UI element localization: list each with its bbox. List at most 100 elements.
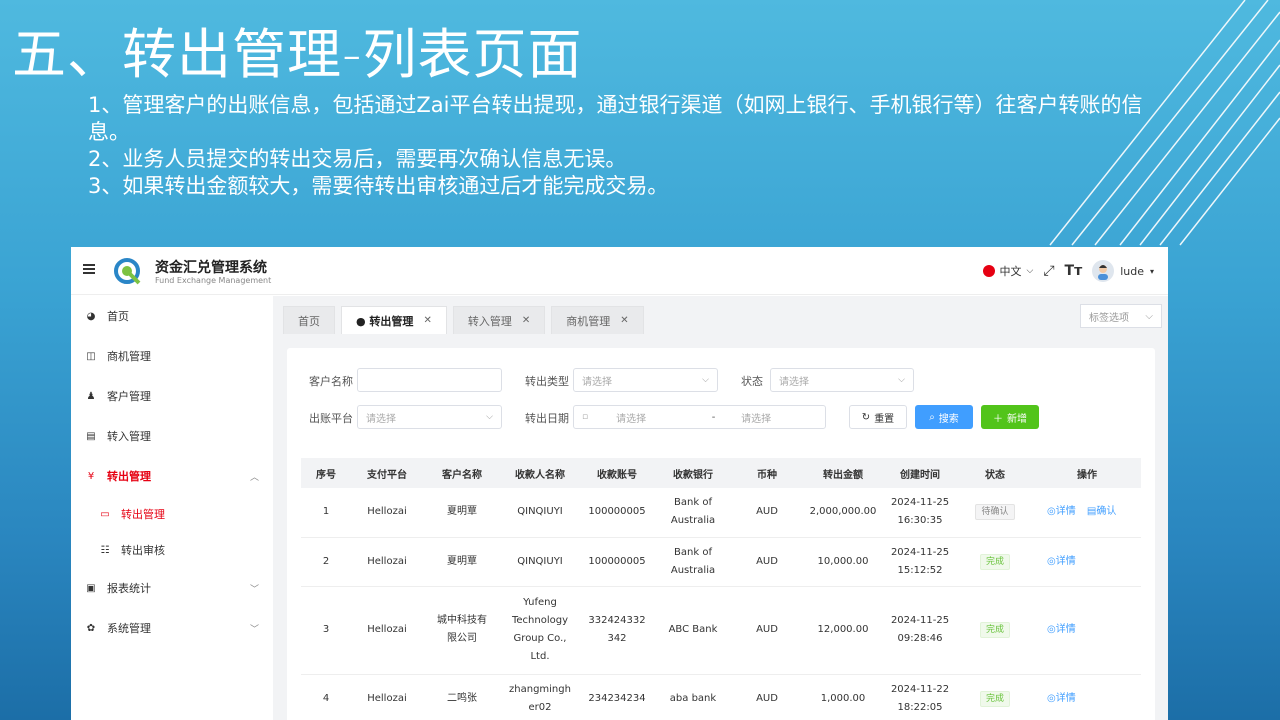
status-badge: 完成 xyxy=(979,553,1010,570)
cell-created: 2024-11-25 15:12:52 xyxy=(883,537,957,587)
column-header: 操作 xyxy=(1077,469,1097,481)
tab-transfer-out[interactable]: ● 转出管理 ✕ xyxy=(341,306,447,334)
close-icon[interactable]: ✕ xyxy=(620,315,628,326)
reset-button[interactable]: ↻ 重置 xyxy=(849,405,907,429)
cell-customer: 二鸣张 xyxy=(423,674,501,720)
sidebar-item-home[interactable]: ◕ 首页 xyxy=(71,296,273,336)
cell-status: 完成 xyxy=(957,674,1033,720)
sidebar-subitem-transfer-out-audit[interactable]: ☷ 转出审核 xyxy=(71,532,273,568)
column-header: 创建时间 xyxy=(900,469,940,481)
audit-icon: ☷ xyxy=(100,544,110,556)
tab-options-label: 标签选项 xyxy=(1089,312,1129,324)
logo-icon xyxy=(114,258,141,285)
chevron-down-icon: ⌵ xyxy=(1026,266,1034,276)
platform-select[interactable]: 请选择 ⌵ xyxy=(357,405,502,429)
sidebar-item-reports[interactable]: ▣ 报表统计 ﹀ xyxy=(71,568,273,608)
cell-currency: AUD xyxy=(731,674,803,720)
cell-account: 234234234 xyxy=(579,674,655,720)
table-row: 2 Hellozai 夏明覃 QINQIUYI 100000005 Bank o… xyxy=(301,537,1141,587)
chevron-up-icon: ︿ xyxy=(249,472,259,483)
eye-icon: ◎ xyxy=(1047,692,1056,704)
detail-link[interactable]: ◎详情 xyxy=(1047,556,1076,567)
list-icon: ▭ xyxy=(100,508,110,520)
bullet-1: 1、管理客户的出账信息，包括通过Zai平台转出提现，通过银行渠道（如网上银行、手… xyxy=(88,93,1143,144)
date-range-picker[interactable]: ▫ 请选择 - 请选择 xyxy=(573,405,826,429)
bullet-3: 3、如果转出金额较大，需要待转出审核通过后才能完成交易。 xyxy=(88,174,669,198)
sidebar-item-system[interactable]: ✿ 系统管理 ﹀ xyxy=(71,608,273,648)
tab-label: 首页 xyxy=(298,314,320,328)
username: lude xyxy=(1120,264,1144,278)
sidebar-subitem-label: 转出管理 xyxy=(121,508,165,521)
user-menu[interactable]: lude ▾ xyxy=(1092,260,1154,282)
sidebar: ◕ 首页 ◫ 商机管理 ♟ 客户管理 ▤ 转入管理 ¥ 转出管理 ︿ ▭ 转出管… xyxy=(71,296,273,720)
column-header: 收款账号 xyxy=(597,469,637,481)
column-header: 币种 xyxy=(757,469,777,481)
sidebar-item-label: 转出管理 xyxy=(107,470,151,483)
cell-platform: Hellozai xyxy=(351,674,423,720)
font-size-icon[interactable]: Tт xyxy=(1065,263,1083,279)
book-icon: ◫ xyxy=(86,350,96,362)
import-icon: ▤ xyxy=(86,430,96,442)
cell-no: 1 xyxy=(301,488,351,538)
sidebar-item-label: 转入管理 xyxy=(107,430,151,443)
cell-currency: AUD xyxy=(731,537,803,587)
detail-link[interactable]: ◎详情 xyxy=(1047,506,1076,517)
cell-bank: Bank of Australia xyxy=(655,537,731,587)
users-icon: ♟ xyxy=(86,390,96,402)
cell-actions: ◎详情 xyxy=(1033,586,1141,675)
menu-toggle-icon[interactable] xyxy=(83,264,95,276)
column-header: 收款人名称 xyxy=(515,469,565,481)
top-bar: 资金汇兑管理系统 Fund Exchange Management 中文 ⌵ ⤢… xyxy=(71,247,1168,295)
tab-home[interactable]: 首页 xyxy=(283,306,335,334)
sidebar-item-transfer-in[interactable]: ▤ 转入管理 xyxy=(71,416,273,456)
confirm-link[interactable]: ▤确认 xyxy=(1087,506,1116,517)
detail-link[interactable]: ◎详情 xyxy=(1047,693,1076,704)
cell-payee: Yufeng Technology Group Co., Ltd. xyxy=(501,586,579,675)
header-actions: 中文 ⌵ ⤢ Tт lude ▾ xyxy=(982,247,1169,295)
close-icon[interactable]: ✕ xyxy=(522,315,530,326)
cell-status: 完成 xyxy=(957,537,1033,587)
column-header: 序号 xyxy=(316,469,336,481)
refresh-icon: ↻ xyxy=(861,411,871,423)
cell-currency: AUD xyxy=(731,488,803,538)
column-header: 转出金额 xyxy=(823,469,863,481)
sidebar-subitem-transfer-out-list[interactable]: ▭ 转出管理 xyxy=(71,496,273,532)
bullet-2: 2、业务人员提交的转出交易后，需要再次确认信息无误。 xyxy=(88,147,627,171)
add-button[interactable]: ＋ 新增 xyxy=(981,405,1039,429)
cell-platform: Hellozai xyxy=(351,537,423,587)
customer-name-input[interactable] xyxy=(357,368,502,392)
sidebar-item-transfer-out[interactable]: ¥ 转出管理 ︿ xyxy=(71,456,273,496)
dashboard-icon: ◕ xyxy=(86,310,96,322)
sidebar-item-opportunities[interactable]: ◫ 商机管理 xyxy=(71,336,273,376)
brand-name: 资金汇兑管理系统 xyxy=(155,260,267,276)
tab-transfer-in[interactable]: 转入管理 ✕ xyxy=(452,306,546,334)
cell-account: 100000005 xyxy=(579,537,655,587)
sidebar-item-label: 首页 xyxy=(107,310,129,323)
yen-icon: ¥ xyxy=(87,470,95,482)
filter-label: 客户名称 xyxy=(309,375,353,388)
monitor-icon: ▣ xyxy=(86,582,96,594)
cell-actions: ◎详情 xyxy=(1033,537,1141,587)
tab-options-dropdown[interactable]: 标签选项 ⌵ xyxy=(1080,304,1162,328)
document-icon: ▤ xyxy=(1086,506,1097,518)
avatar xyxy=(1092,260,1115,282)
cell-actions: ◎详情 xyxy=(1033,674,1141,720)
chevron-down-icon: ⌵ xyxy=(1145,310,1153,322)
transfer-type-select[interactable]: 请选择 ⌵ xyxy=(573,368,718,392)
status-select[interactable]: 请选择 ⌵ xyxy=(770,368,914,392)
cell-payee: zhangmingher02 xyxy=(501,674,579,720)
close-icon[interactable]: ✕ xyxy=(423,315,431,326)
tab-opportunities[interactable]: 商机管理 ✕ xyxy=(551,306,644,334)
detail-link[interactable]: ◎详情 xyxy=(1047,624,1076,635)
fullscreen-icon[interactable]: ⤢ xyxy=(1043,263,1054,279)
language-switcher[interactable]: 中文 ⌵ xyxy=(982,263,1034,279)
sidebar-item-customers[interactable]: ♟ 客户管理 xyxy=(71,376,273,416)
table-row: 1 Hellozai 夏明覃 QINQIUYI 100000005 Bank o… xyxy=(301,488,1141,538)
gear-icon: ✿ xyxy=(86,622,96,634)
chevron-down-icon: ﹀ xyxy=(249,584,259,595)
eye-icon: ◎ xyxy=(1047,555,1056,567)
cell-amount: 1,000.00 xyxy=(803,674,883,720)
search-button[interactable]: ⌕ 搜索 xyxy=(915,405,973,429)
cell-amount: 12,000.00 xyxy=(803,586,883,675)
table-header-row: 序号 支付平台 客户名称 收款人名称 收款账号 收款银行 币种 转出金额 创建时… xyxy=(301,458,1141,488)
